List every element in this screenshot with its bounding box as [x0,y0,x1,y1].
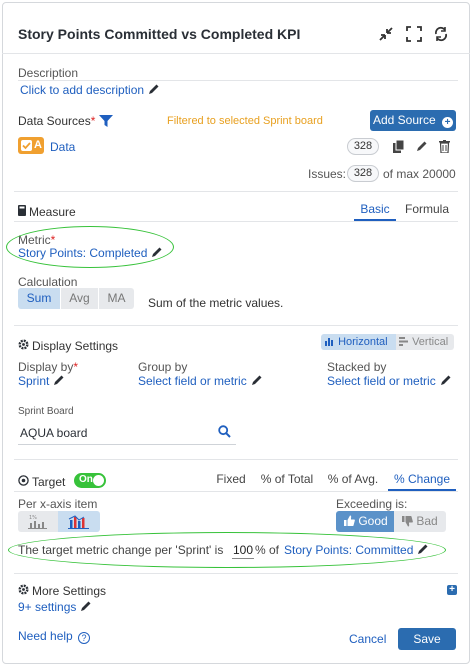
need-help-link[interactable]: Need help ? [18,629,91,644]
display-by-value: Sprint [18,374,50,388]
calc-option-sum[interactable]: Sum [18,288,60,309]
filter-note: Filtered to selected Sprint board [167,115,323,127]
pencil-icon [440,374,452,386]
measure-label: Measure [29,205,76,219]
panel-title: Story Points Committed vs Completed KPI [18,26,301,42]
target-icon [18,475,29,486]
group-by-label: Group by [138,360,188,374]
good-label: Good [358,514,388,528]
calc-option-avg[interactable]: Avg [60,288,98,309]
filter-icon[interactable] [99,115,113,127]
per-x-option-change[interactable] [58,511,100,532]
calc-description: Sum of the metric values. [148,296,284,310]
stacked-by-selector[interactable]: Select field or metric [327,374,452,388]
pencil-icon [251,374,263,386]
calculation-label: Calculation [18,275,78,289]
save-button[interactable]: Save [398,628,456,650]
issues-count-badge: 328 [347,165,379,182]
plus-circle-icon: + [442,117,454,128]
tab-percent-of-avg[interactable]: % of Avg. [322,471,384,491]
highlight-ellipse-metric [6,226,174,268]
source-name[interactable]: Data [50,140,75,154]
toggle-knob [93,475,104,486]
gear-icon [18,584,29,595]
trash-icon[interactable] [439,140,450,154]
description-label: Description [18,66,79,80]
data-sources-label: Data Sources* [18,114,95,128]
thumbs-up-icon [344,512,355,526]
add-description-label: Click to add description [20,83,145,97]
target-toggle[interactable]: On [74,473,106,488]
more-settings-label: More Settings [32,584,107,598]
issues-label: Issues: [308,167,347,181]
target-label: Target [32,475,66,489]
highlight-ellipse-target [8,532,446,568]
add-source-button[interactable]: Add Source + [370,110,456,131]
copy-icon[interactable] [393,139,405,153]
tab-percent-change[interactable]: % Change [388,471,456,491]
display-by-required-mark: * [73,360,79,374]
bad-label: Bad [416,514,438,528]
edit-source-icon[interactable] [416,140,428,152]
display-by-selector[interactable]: Sprint [18,374,65,388]
cancel-button[interactable]: Cancel [349,632,386,646]
question-circle-icon: ? [78,632,91,644]
bar-chart-horizontal-icon [325,335,335,346]
exceeding-bad-button[interactable]: Bad [394,511,446,532]
add-source-label: Add Source [372,113,436,127]
orientation-horizontal-label: Horizontal [338,336,388,348]
orientation-vertical-label: Vertical [412,336,449,348]
data-sources-text: Data Sources [18,114,91,128]
bar-chart-vertical-icon [399,335,409,346]
checkbox-icon [21,140,32,151]
pencil-icon [80,600,92,612]
pencil-icon [53,374,65,386]
per-x-axis-label: Per x-axis item [18,497,98,511]
source-count-badge: 328 [347,138,379,155]
stacked-by-value: Select field or metric [327,374,436,388]
group-by-selector[interactable]: Select field or metric [138,374,263,388]
more-settings-link[interactable]: 9+ settings [18,600,92,614]
issues-max: of max 20000 [383,167,456,181]
change-bars-icon [68,515,89,529]
source-letter: A [34,139,42,151]
orientation-vertical[interactable]: Vertical [396,334,454,350]
tab-fixed[interactable]: Fixed [210,471,252,491]
calc-option-ma[interactable]: MA [98,288,134,309]
gear-icon [18,339,29,350]
svg-text:1%: 1% [29,515,37,521]
required-mark: * [90,114,96,128]
source-chip[interactable]: A [18,137,44,154]
thumbs-down-icon [402,513,413,527]
tab-percent-of-total[interactable]: % of Total [256,471,318,491]
pencil-icon [148,83,160,95]
display-by-text: Display by [18,360,74,374]
tab-formula[interactable]: Formula [400,201,454,221]
display-settings-label: Display Settings [32,339,119,353]
collapse-icon[interactable] [378,26,394,42]
target-toggle-label: On [79,474,93,485]
group-by-value: Select field or metric [138,374,247,388]
per-x-option-percent[interactable]: 1% [18,511,58,532]
calculator-icon [18,205,26,216]
sprint-board-field[interactable]: AQUA board [18,420,236,445]
fullscreen-icon[interactable] [406,26,422,42]
sprint-board-label: Sprint Board [18,406,74,417]
more-settings-count: 9+ settings [18,600,77,614]
exceeding-good-button[interactable]: Good [336,511,394,532]
orientation-horizontal[interactable]: Horizontal [321,334,396,350]
percent-bars-icon: 1% [28,515,47,529]
stacked-by-label: Stacked by [327,360,387,374]
exceeding-label: Exceeding is: [336,497,408,511]
need-help-label: Need help [18,629,73,643]
tab-basic[interactable]: Basic [354,201,396,221]
search-icon[interactable] [218,425,231,438]
sprint-board-value: AQUA board [20,426,88,440]
expand-more-settings-icon[interactable]: + [447,585,457,595]
display-by-label: Display by* [18,360,78,374]
refresh-icon[interactable] [433,26,449,42]
add-description-link[interactable]: Click to add description [20,83,160,97]
